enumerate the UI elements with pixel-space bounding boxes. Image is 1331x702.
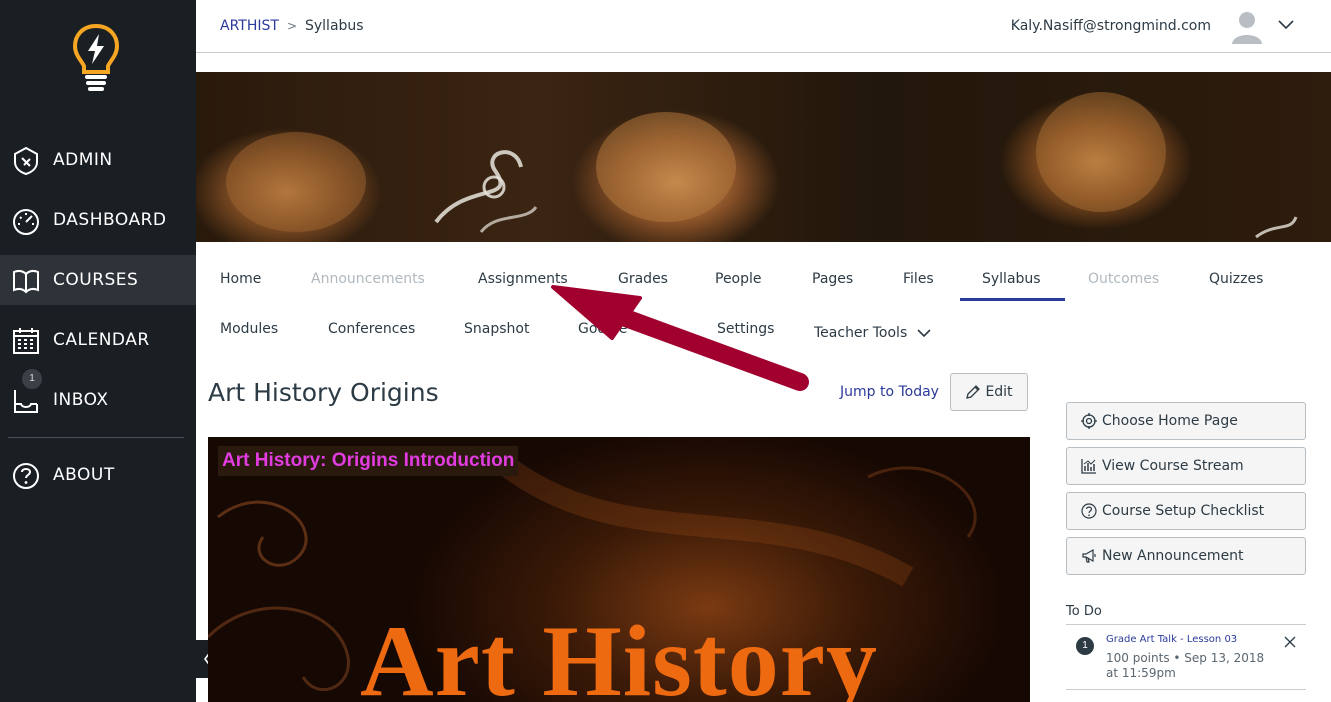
content-caption: Art History: Origins Introduction [218, 446, 519, 476]
jump-to-today-link[interactable]: Jump to Today [840, 384, 939, 400]
tab-quizzes[interactable]: Quizzes [1209, 271, 1263, 287]
nav-item-dashboard[interactable]: DASHBOARD [0, 195, 196, 245]
calendar-icon [13, 328, 39, 354]
view-course-stream-label: View Course Stream [1102, 458, 1244, 474]
choose-home-page-label: Choose Home Page [1102, 413, 1238, 429]
top-header: ARTHIST > Syllabus Kaly.Nasiff@strongmind.… [196, 0, 1331, 53]
todo-divider [1066, 689, 1306, 690]
breadcrumb: ARTHIST > Syllabus [220, 18, 364, 34]
choose-home-page-button[interactable]: Choose Home Page [1066, 402, 1306, 440]
todo-item-number-badge: 1 [1076, 637, 1094, 655]
tab-teacher-tools-label: Teacher Tools [814, 325, 908, 341]
pencil-icon [966, 385, 981, 399]
todo-heading: To Do [1066, 604, 1102, 619]
tab-snapshot[interactable]: Snapshot [464, 321, 529, 337]
nav-item-label: ADMIN [53, 150, 113, 170]
tab-google[interactable]: Google [578, 321, 627, 337]
todo-item-link[interactable]: Grade Art Talk - Lesson 03 [1106, 634, 1237, 645]
tab-syllabus[interactable]: Syllabus [960, 271, 1065, 301]
page-title: Art History Origins [208, 378, 439, 407]
tab-grades[interactable]: Grades [618, 271, 668, 287]
nav-item-courses[interactable]: COURSES [0, 255, 196, 305]
chevron-down-icon [917, 329, 931, 338]
tab-announcements[interactable]: Announcements [311, 271, 425, 287]
nav-item-label: CALENDAR [53, 330, 150, 350]
question-circle-icon [1081, 503, 1097, 519]
close-icon[interactable] [1283, 635, 1297, 649]
nav-item-label: ABOUT [53, 465, 115, 485]
todo-item-meta: 100 points • Sep 13, 2018 at 11:59pm [1106, 651, 1265, 680]
avatar-icon[interactable] [1231, 10, 1263, 44]
view-course-stream-button[interactable]: View Course Stream [1066, 447, 1306, 485]
megaphone-icon [1082, 548, 1096, 563]
lightbulb-logo-icon[interactable] [70, 22, 122, 92]
stream-chart-icon [1081, 459, 1096, 474]
book-icon [13, 269, 39, 294]
tab-home[interactable]: Home [220, 271, 261, 287]
tab-conferences[interactable]: Conferences [328, 321, 415, 337]
edit-button-label: Edit [985, 384, 1013, 400]
user-email[interactable]: Kaly.Nasiff@strongmind.com [1011, 18, 1211, 34]
nav-divider [8, 437, 184, 438]
chevron-down-icon[interactable] [1277, 18, 1295, 32]
course-setup-checklist-button[interactable]: Course Setup Checklist [1066, 492, 1306, 530]
help-circle-icon [13, 463, 39, 489]
tab-files[interactable]: Files [903, 271, 934, 287]
unread-count-badge: 1 [22, 369, 42, 389]
tab-outcomes[interactable]: Outcomes [1088, 271, 1159, 287]
tab-modules[interactable]: Modules [220, 321, 278, 337]
target-icon [1081, 413, 1097, 429]
breadcrumb-current: Syllabus [305, 18, 364, 34]
tab-assignments[interactable]: Assignments [478, 271, 568, 287]
tab-pages[interactable]: Pages [812, 271, 853, 287]
nav-item-label: INBOX [53, 390, 109, 410]
breadcrumb-separator-icon: > [286, 19, 297, 33]
course-banner-image [196, 72, 1331, 242]
todo-divider [1066, 624, 1306, 625]
tab-people[interactable]: People [715, 271, 762, 287]
nav-item-label: COURSES [53, 270, 139, 290]
breadcrumb-course-link[interactable]: ARTHIST [220, 18, 279, 34]
nav-item-calendar[interactable]: CALENDAR [0, 315, 196, 365]
global-nav-sidebar: ADMIN DASHBOARD COURSES CALENDAR 1 INBOX [0, 0, 196, 702]
content-headline: Art History [360, 605, 879, 702]
banner-artwork [226, 92, 1298, 239]
dashboard-gauge-icon [13, 209, 39, 235]
admin-shield-icon [14, 146, 38, 176]
edit-button[interactable]: Edit [950, 373, 1028, 411]
syllabus-content-image: Art History: Origins Introduction Art Hi… [208, 437, 1030, 702]
tab-settings[interactable]: Settings [717, 321, 774, 337]
nav-item-inbox[interactable]: 1 INBOX [0, 369, 196, 425]
course-setup-checklist-label: Course Setup Checklist [1102, 503, 1265, 519]
tab-teacher-tools[interactable]: Teacher Tools [814, 325, 931, 341]
nav-item-admin[interactable]: ADMIN [0, 135, 196, 185]
nav-item-label: DASHBOARD [53, 210, 167, 230]
nav-item-about[interactable]: ABOUT [0, 450, 196, 500]
new-announcement-button[interactable]: New Announcement [1066, 537, 1306, 575]
new-announcement-label: New Announcement [1102, 548, 1244, 564]
inbox-icon [14, 390, 38, 413]
